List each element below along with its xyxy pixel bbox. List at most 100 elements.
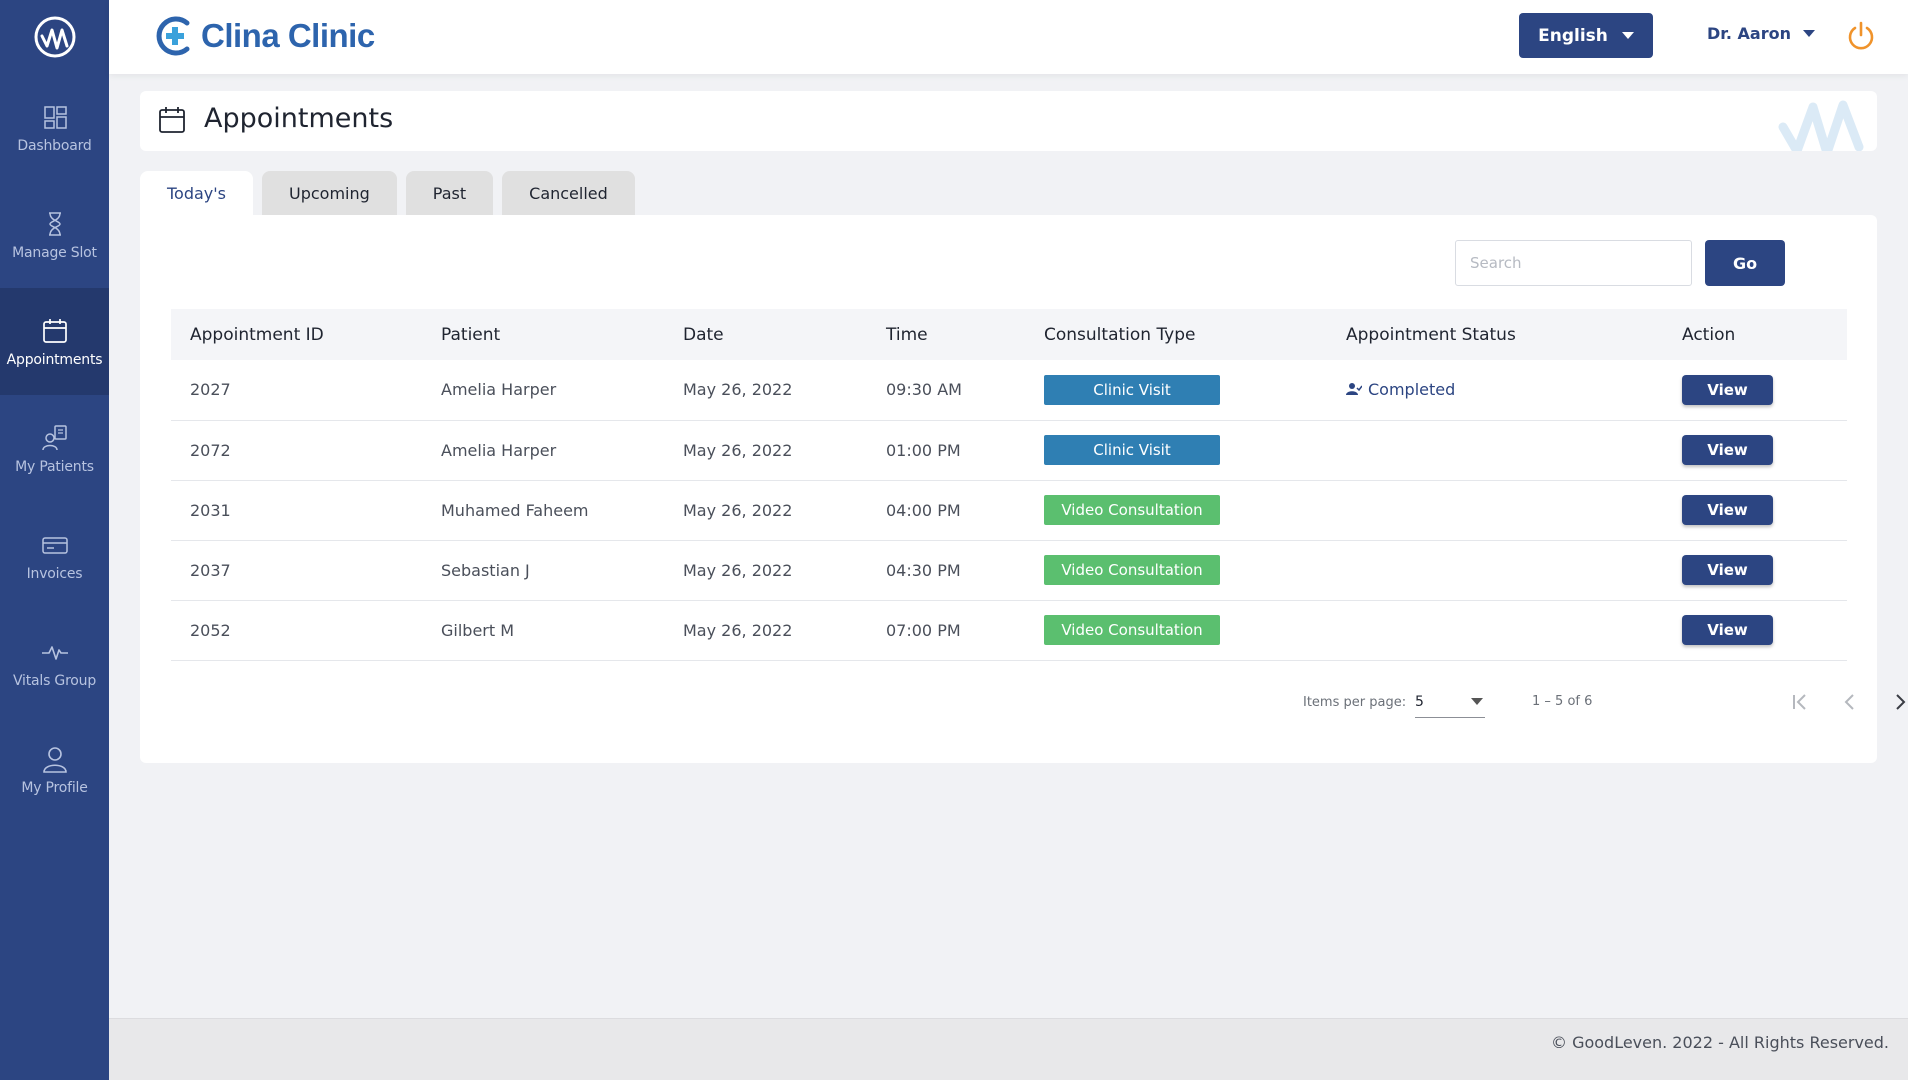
view-button[interactable]: View xyxy=(1682,435,1773,465)
user-menu[interactable]: Dr. Aaron xyxy=(1707,24,1815,43)
tab-past[interactable]: Past xyxy=(405,171,494,215)
appointment-date: May 26, 2022 xyxy=(664,600,867,661)
sidebar-item-label: Manage Slot xyxy=(12,244,97,261)
sidebar-item-my-patients[interactable]: My Patients xyxy=(0,395,109,502)
sidebar-item-appointments[interactable]: Appointments xyxy=(0,288,109,395)
appointment-tabs: Today's Upcoming Past Cancelled xyxy=(140,171,635,215)
tab-upcoming[interactable]: Upcoming xyxy=(262,171,397,215)
action-cell: View xyxy=(1663,600,1847,661)
calendar-icon xyxy=(42,318,67,343)
sidebar-item-label: Appointments xyxy=(6,351,103,368)
chevron-down-icon xyxy=(1803,30,1815,37)
view-button[interactable]: View xyxy=(1682,555,1773,585)
pulse-icon xyxy=(41,645,68,660)
previous-page-button[interactable] xyxy=(1834,686,1866,718)
patient-name: Muhamed Faheem xyxy=(422,480,664,541)
column-header-consultation-type[interactable]: Consultation Type xyxy=(1025,309,1327,360)
sidebar-item-label: Vitals Group xyxy=(12,672,97,689)
chevron-down-icon xyxy=(1621,32,1634,39)
appointments-panel: Go Appointment ID Patient Date Time Cons… xyxy=(140,215,1906,763)
view-button[interactable]: View xyxy=(1682,374,1773,405)
table-row: 2031 Muhamed Faheem May 26, 2022 04:00 P… xyxy=(171,480,1847,541)
items-per-page-select[interactable]: 5 xyxy=(1415,686,1485,718)
go-button[interactable]: Go xyxy=(1705,240,1785,286)
watermark-logo-icon xyxy=(1778,100,1864,151)
patient-name: Amelia Harper xyxy=(422,420,664,481)
appointment-status-cell: Completed xyxy=(1327,360,1663,421)
sidebar-item-dashboard[interactable]: Dashboard xyxy=(0,74,109,181)
appointment-id: 2072 xyxy=(171,420,422,481)
consultation-type-badge: Video Consultation xyxy=(1044,495,1220,525)
sidebar-item-invoices[interactable]: Invoices xyxy=(0,502,109,609)
first-page-icon xyxy=(1793,694,1806,710)
action-cell: View xyxy=(1663,420,1847,481)
action-cell: View xyxy=(1663,360,1847,421)
appointment-status-cell xyxy=(1327,480,1663,541)
page-title: Appointments xyxy=(204,103,394,134)
consultation-type-cell: Video Consultation xyxy=(1025,600,1327,661)
appointments-table: Appointment ID Patient Date Time Consult… xyxy=(171,309,1847,661)
sidebar-item-manage-slot[interactable]: Manage Slot xyxy=(0,181,109,288)
appointment-id: 2052 xyxy=(171,600,422,661)
patient-name: Amelia Harper xyxy=(422,360,664,421)
column-header-action: Action xyxy=(1682,324,1736,345)
brand-name: Clina Clinic xyxy=(201,17,375,54)
consultation-type-cell: Clinic Visit xyxy=(1025,360,1327,421)
status-completed: Completed xyxy=(1346,380,1455,399)
page-header: Appointments xyxy=(140,91,1877,151)
sidebar-item-label: Dashboard xyxy=(17,137,92,154)
appointment-time: 09:30 AM xyxy=(867,360,1025,421)
consultation-type-badge: Video Consultation xyxy=(1044,555,1220,585)
brand-logo-icon xyxy=(156,16,190,56)
status-label: Completed xyxy=(1368,379,1456,399)
consultation-type-cell: Video Consultation xyxy=(1025,540,1327,601)
appointment-time: 07:00 PM xyxy=(867,600,1025,661)
appointment-id: 2031 xyxy=(171,480,422,541)
sidebar-item-label: My Patients xyxy=(15,458,94,475)
consultation-type-badge: Video Consultation xyxy=(1044,615,1220,645)
appointment-date: May 26, 2022 xyxy=(664,540,867,601)
main-content: Appointments Today's Upcoming Past Cance… xyxy=(109,74,1908,1018)
appointment-time: 04:00 PM xyxy=(867,480,1025,541)
sidebar-nav: Dashboard Manage Slot Appointments My Pa… xyxy=(0,74,109,823)
power-icon[interactable] xyxy=(1845,20,1877,52)
language-dropdown[interactable]: English xyxy=(1519,13,1653,58)
column-header-appointment-id[interactable]: Appointment ID xyxy=(171,309,422,360)
appointment-date: May 26, 2022 xyxy=(664,420,867,481)
appointment-id: 2027 xyxy=(171,360,422,421)
tab-cancelled[interactable]: Cancelled xyxy=(502,171,635,215)
appointment-date: May 26, 2022 xyxy=(664,480,867,541)
sidebar-item-label: My Profile xyxy=(21,779,88,796)
sidebar: Dashboard Manage Slot Appointments My Pa… xyxy=(0,0,109,1080)
column-header-patient[interactable]: Patient xyxy=(422,309,664,360)
search-input[interactable] xyxy=(1455,240,1692,286)
brand[interactable]: Clina Clinic xyxy=(153,14,375,58)
hourglass-icon xyxy=(48,211,61,236)
column-header-date[interactable]: Date xyxy=(664,309,867,360)
view-button[interactable]: View xyxy=(1682,495,1773,525)
sidebar-item-my-profile[interactable]: My Profile xyxy=(0,716,109,823)
column-header-appointment-status[interactable]: Appointment Status xyxy=(1327,309,1663,360)
user-check-icon xyxy=(1346,383,1362,395)
table-header-row: Appointment ID Patient Date Time Consult… xyxy=(171,309,1847,360)
patient-name: Gilbert M xyxy=(422,600,664,661)
action-cell: View xyxy=(1663,480,1847,541)
tab-todays[interactable]: Today's xyxy=(140,171,254,215)
consultation-type-cell: Clinic Visit xyxy=(1025,420,1327,481)
copyright-text: © GoodLeven. 2022 - All Rights Reserved. xyxy=(1550,1033,1889,1052)
patients-icon xyxy=(41,424,67,450)
view-button[interactable]: View xyxy=(1682,615,1773,645)
paginator: Items per page: 5 1 – 5 of 6 xyxy=(140,682,1906,722)
sidebar-item-vitals-group[interactable]: Vitals Group xyxy=(0,609,109,716)
app-logo[interactable] xyxy=(0,0,109,74)
column-header-time[interactable]: Time xyxy=(867,309,1025,360)
table-row: 2027 Amelia Harper May 26, 2022 09:30 AM… xyxy=(171,360,1847,421)
chevron-right-icon xyxy=(1896,694,1906,710)
dashboard-icon xyxy=(43,105,67,129)
appointment-status-cell xyxy=(1327,420,1663,481)
first-page-button[interactable] xyxy=(1784,686,1816,718)
appointment-time: 01:00 PM xyxy=(867,420,1025,481)
items-per-page-label: Items per page: xyxy=(1303,695,1407,710)
user-name: Dr. Aaron xyxy=(1707,24,1791,43)
next-page-button[interactable] xyxy=(1884,686,1908,718)
